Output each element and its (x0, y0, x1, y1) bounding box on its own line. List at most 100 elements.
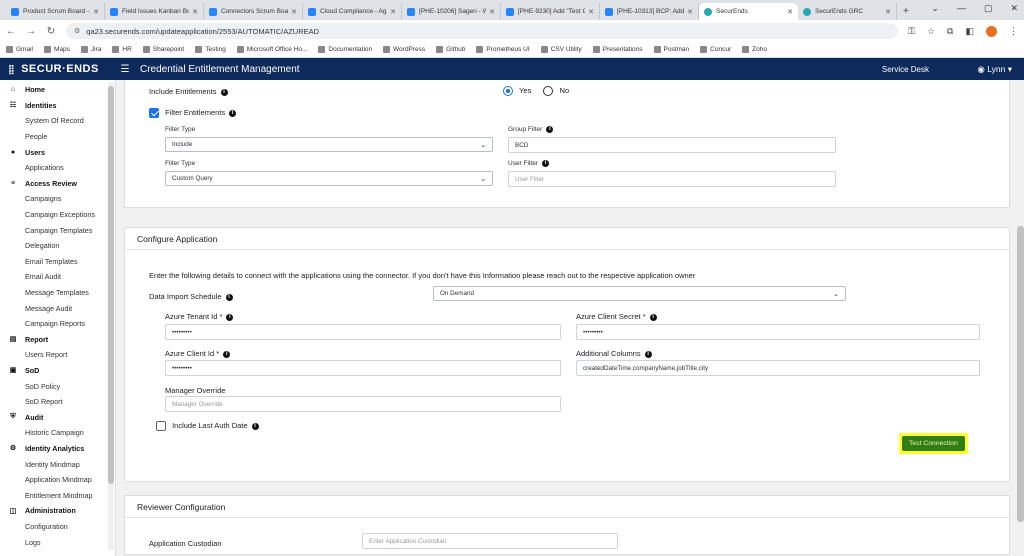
bookmark-item[interactable]: Documentation (318, 46, 372, 53)
close-tab-icon[interactable]: ✕ (687, 8, 693, 16)
maximize-icon[interactable]: ▢ (984, 3, 993, 14)
sidebar-item[interactable]: Logs (0, 534, 115, 550)
info-icon[interactable]: i (220, 88, 228, 96)
sidebar-item[interactable]: Configuration (0, 519, 115, 535)
azure-client-id-input[interactable]: ••••••••• (165, 360, 561, 376)
close-tab-icon[interactable]: ✕ (93, 8, 99, 16)
url-field[interactable]: ⚙ qa23.securends.com/updateapplication/2… (66, 23, 899, 39)
sidebar-item[interactable]: Identity Mindmap (0, 456, 115, 472)
user-menu[interactable]: ◉ Lynn ▾ (977, 64, 1012, 75)
sidebar-item[interactable]: ☷ Identities (0, 98, 115, 114)
browser-tab[interactable]: Product Scrum Board - ✕ (6, 3, 105, 20)
browser-tab[interactable]: [PHE-9230] Add "Test C ✕ (501, 3, 600, 20)
sidebar-item[interactable]: System Of Record (0, 113, 115, 129)
info-icon[interactable]: i (226, 313, 234, 321)
sidebar-item[interactable]: People (0, 129, 115, 145)
sidebar-item[interactable]: ⚙ Identity Analytics (0, 441, 115, 457)
close-tab-icon[interactable]: ✕ (192, 8, 198, 16)
bookmark-item[interactable]: Sharepoint (142, 46, 184, 53)
bookmark-item[interactable]: Postman (653, 46, 689, 53)
key-icon[interactable]: ⚿ (908, 26, 915, 37)
extensions-icon[interactable]: ⧉ (947, 26, 953, 37)
browser-tab[interactable]: SecurEnds GRC ✕ (798, 3, 897, 20)
user-filter-input[interactable]: User Filter (508, 171, 836, 187)
close-tab-icon[interactable]: ✕ (588, 8, 594, 16)
sidebar-item[interactable]: SoD Report (0, 394, 115, 410)
apps-grid-icon[interactable]: ⣿ (8, 64, 15, 75)
back-icon[interactable]: ← (6, 26, 16, 37)
sidebar-item[interactable]: ⌂ Home (0, 82, 115, 98)
reload-icon[interactable]: ↻ (46, 26, 56, 37)
sidebar-item[interactable]: ▤ Report (0, 332, 115, 348)
bookmark-item[interactable]: Github (436, 46, 465, 53)
close-tab-icon[interactable]: ✕ (390, 8, 396, 16)
hamburger-icon[interactable]: ☰ (110, 64, 140, 75)
sidebar-item[interactable]: Message Templates (0, 285, 115, 301)
include-last-auth-date-checkbox[interactable] (156, 421, 166, 432)
bookmark-item[interactable]: Testing (195, 46, 226, 53)
browser-tab[interactable]: Connectors Scrum Boa ✕ (204, 3, 303, 20)
sidebar-item[interactable]: ◫ Administration (0, 503, 115, 519)
main-scrollbar[interactable] (1017, 80, 1024, 556)
browser-tab[interactable]: [PHE-10313] BCP: Add ✕ (600, 3, 699, 20)
service-desk-link[interactable]: Service Desk (882, 65, 929, 74)
azure-tenant-id-input[interactable]: ••••••••• (165, 324, 561, 340)
sidebar-item[interactable]: Email Audit (0, 269, 115, 285)
bookmark-item[interactable]: HR (112, 46, 132, 53)
sidebar-item[interactable]: Delegation (0, 238, 115, 254)
sidebar-item[interactable]: Message Audit (0, 300, 115, 316)
sidebar-item[interactable]: Campaign Reports (0, 316, 115, 332)
sidebar-item[interactable]: ≡ Access Review (0, 176, 115, 192)
filter-entitlements-checkbox[interactable] (149, 108, 159, 119)
minimize-icon[interactable]: — (957, 3, 966, 14)
info-icon[interactable]: i (644, 350, 652, 358)
bookmark-item[interactable]: Prometheus UI (476, 46, 530, 53)
browser-tab[interactable]: SecurEnds ✕ (699, 3, 798, 20)
sidebar-scrollbar[interactable] (108, 82, 114, 550)
sidebar-item[interactable]: Email Templates (0, 254, 115, 270)
sidebar-item[interactable]: ▣ SoD (0, 363, 115, 379)
sidebar-item[interactable]: ● Users (0, 144, 115, 160)
browser-tab[interactable]: [PHE-10206] Sagen - W ✕ (402, 3, 501, 20)
star-icon[interactable]: ☆ (927, 26, 935, 37)
info-icon[interactable]: i (649, 313, 657, 321)
info-icon[interactable]: i (229, 109, 237, 117)
group-filter-input[interactable]: BCD (508, 137, 836, 153)
site-info-icon[interactable]: ⚙ (74, 27, 80, 35)
forward-icon[interactable]: → (26, 26, 36, 37)
test-connection-button[interactable]: Test Connection (899, 433, 968, 454)
bookmark-item[interactable]: Concur (700, 46, 731, 53)
manager-override-input[interactable]: Manager Override (165, 396, 561, 412)
sidebar-item[interactable]: Application Mindmap (0, 472, 115, 488)
sidebar-item[interactable]: Applications (0, 160, 115, 176)
new-tab-icon[interactable]: + (903, 6, 909, 17)
close-tab-icon[interactable]: ✕ (787, 8, 793, 16)
sidebar-item[interactable]: ⛨ Audit (0, 409, 115, 425)
profile-avatar[interactable] (986, 25, 997, 37)
filter-type-select-2[interactable]: Custom Query ⌄ (165, 171, 493, 186)
browser-tab[interactable]: Cloud Compliance - Ag ✕ (303, 3, 402, 20)
close-tab-icon[interactable]: ✕ (885, 8, 891, 16)
sidebar-item[interactable]: Entitlement Mindmap (0, 487, 115, 503)
sidebar-item[interactable]: Users Report (0, 347, 115, 363)
data-import-schedule-select[interactable]: On Demand ⌄ (433, 286, 846, 301)
sidebar-item[interactable]: Campaign Exceptions (0, 207, 115, 223)
chevron-down-icon[interactable]: ⌄ (931, 3, 939, 14)
menu-icon[interactable]: ⋮ (1009, 26, 1018, 37)
info-icon[interactable]: i (225, 293, 233, 301)
sidebar-item[interactable]: Campaigns (0, 191, 115, 207)
sidepanel-icon[interactable]: ◧ (965, 26, 974, 37)
bookmark-item[interactable]: CSV Utility (540, 46, 582, 53)
info-icon[interactable]: i (546, 126, 554, 133)
sidebar-item[interactable]: Historic Campaign (0, 425, 115, 441)
close-tab-icon[interactable]: ✕ (489, 8, 495, 16)
bookmark-item[interactable]: Microsoft Office Ho... (236, 46, 307, 53)
sidebar-item[interactable]: Campaign Templates (0, 222, 115, 238)
radio-no[interactable] (543, 86, 554, 97)
info-icon[interactable]: i (251, 422, 259, 430)
sidebar-item[interactable]: SoD Policy (0, 378, 115, 394)
bookmark-item[interactable]: WordPress (383, 46, 425, 53)
browser-tab[interactable]: Field Issues Kanban Bo ✕ (105, 3, 204, 20)
close-icon[interactable]: ✕ (1010, 3, 1018, 14)
close-tab-icon[interactable]: ✕ (291, 8, 297, 16)
